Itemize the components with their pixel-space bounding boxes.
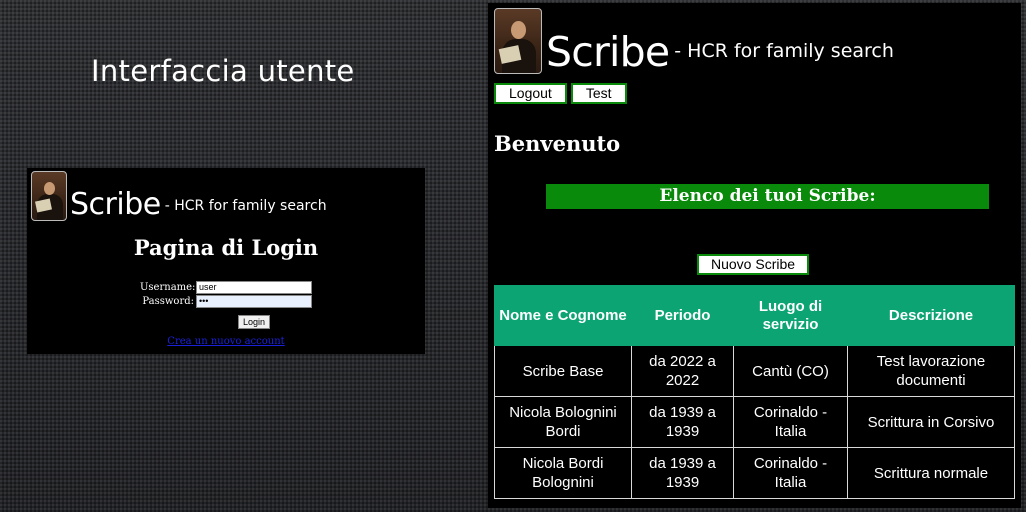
main-brand: Scribe - HCR for family search	[494, 8, 894, 74]
cell-name: Nicola Bordi Bolognini	[494, 447, 632, 499]
column-header-location: Luogo di servizio	[733, 285, 848, 346]
cell-period: da 2022 a 2022	[631, 345, 734, 397]
login-button[interactable]: Login	[237, 315, 271, 329]
cell-name: Nicola Bolognini Bordi	[494, 396, 632, 448]
login-form: Username: Password: Login	[27, 280, 425, 329]
table-row[interactable]: Nicola Bolognini Bordi da 1939 a 1939 Co…	[494, 396, 1015, 448]
cell-period: da 1939 a 1939	[631, 396, 734, 448]
cell-location: Cantù (CO)	[733, 345, 848, 397]
cell-description: Test lavorazione documenti	[847, 345, 1015, 397]
welcome-heading: Benvenuto	[494, 131, 621, 156]
username-input[interactable]	[196, 280, 312, 294]
table-row[interactable]: Scribe Base da 2022 a 2022 Cantù (CO) Te…	[494, 345, 1015, 397]
column-header-period: Periodo	[631, 285, 734, 346]
scribe-list-title: Elenco dei tuoi Scribe:	[546, 184, 989, 209]
slide-title: Interfaccia utente	[91, 54, 355, 88]
column-header-description: Descrizione	[847, 285, 1015, 346]
column-header-name: Nome e Cognome	[494, 285, 632, 346]
username-label: Username:	[140, 281, 196, 293]
main-screenshot: Scribe - HCR for family search Logout Te…	[488, 3, 1021, 508]
table-row[interactable]: Nicola Bordi Bolognini da 1939 a 1939 Co…	[494, 447, 1015, 499]
brand-name: Scribe	[546, 28, 670, 76]
table-header-row: Nome e Cognome Periodo Luogo di servizio…	[494, 285, 1015, 346]
cell-description: Scrittura normale	[847, 447, 1015, 499]
cell-location: Corinaldo - Italia	[733, 447, 848, 499]
cell-location: Corinaldo - Italia	[733, 396, 848, 448]
scribe-logo-portrait	[31, 171, 67, 221]
scribe-table: Nome e Cognome Periodo Luogo di servizio…	[494, 285, 1015, 499]
login-screenshot: Scribe - HCR for family search Pagina di…	[27, 168, 425, 354]
brand-subtitle: - HCR for family search	[674, 40, 894, 62]
cell-description: Scrittura in Corsivo	[847, 396, 1015, 448]
cell-name: Scribe Base	[494, 345, 632, 397]
scribe-logo-portrait	[494, 8, 542, 74]
create-account-link[interactable]: Crea un nuovo account	[27, 336, 425, 347]
password-input[interactable]	[196, 294, 312, 308]
nav-bar: Logout Test	[494, 83, 627, 104]
login-brand: Scribe - HCR for family search	[31, 171, 327, 221]
password-label: Password:	[142, 295, 194, 307]
brand-name: Scribe	[70, 187, 161, 222]
new-scribe-button[interactable]: Nuovo Scribe	[697, 254, 810, 275]
test-button[interactable]: Test	[570, 83, 627, 104]
login-heading: Pagina di Login	[133, 235, 319, 260]
brand-subtitle: - HCR for family search	[164, 198, 327, 214]
cell-period: da 1939 a 1939	[631, 447, 734, 499]
logout-button[interactable]: Logout	[494, 83, 567, 104]
